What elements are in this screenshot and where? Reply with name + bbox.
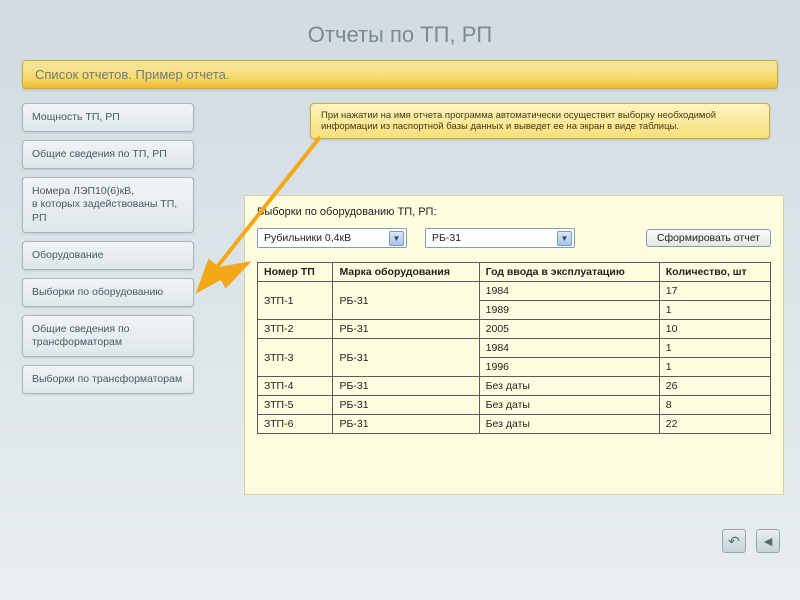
report-panel: Выборки по оборудованию ТП, РП: Рубильни… (244, 195, 784, 495)
table-row: ЗТП-2РБ-31200510 (258, 320, 771, 339)
cell-tp: ЗТП-6 (258, 415, 333, 434)
dropdown-equipment-mark-value: РБ-31 (432, 232, 461, 244)
cell-mark: РБ-31 (333, 339, 479, 377)
prev-icon[interactable]: ◄ (756, 529, 780, 553)
sidebar-item-general-trans[interactable]: Общие сведения по трансформаторам (22, 315, 194, 357)
cell-qty: 17 (659, 282, 770, 301)
result-table: Номер ТПМарка оборудованияГод ввода в эк… (257, 262, 771, 434)
cell-mark: РБ-31 (333, 377, 479, 396)
table-header: Количество, шт (659, 263, 770, 282)
cell-qty: 26 (659, 377, 770, 396)
cell-year: 1996 (479, 358, 659, 377)
cell-tp: ЗТП-2 (258, 320, 333, 339)
cell-mark: РБ-31 (333, 415, 479, 434)
table-row: ЗТП-3РБ-3119841 (258, 339, 771, 358)
table-row: ЗТП-6РБ-31Без даты22 (258, 415, 771, 434)
cell-qty: 1 (659, 358, 770, 377)
dropdown-equipment-mark[interactable]: РБ-31 ▼ (425, 228, 575, 248)
table-row: ЗТП-5РБ-31Без даты8 (258, 396, 771, 415)
dropdown-equipment-type[interactable]: Рубильники 0,4кВ ▼ (257, 228, 407, 248)
cell-qty: 8 (659, 396, 770, 415)
sidebar-item-power[interactable]: Мощность ТП, РП (22, 103, 194, 132)
cell-tp: ЗТП-3 (258, 339, 333, 377)
return-icon[interactable]: ↶ (722, 529, 746, 553)
table-row: ЗТП-4РБ-31Без даты26 (258, 377, 771, 396)
table-header: Номер ТП (258, 263, 333, 282)
chevron-down-icon: ▼ (389, 231, 404, 246)
table-header: Марка оборудования (333, 263, 479, 282)
chevron-down-icon: ▼ (557, 231, 572, 246)
cell-qty: 1 (659, 339, 770, 358)
sidebar-item-trans-sel[interactable]: Выборки по трансформаторам (22, 365, 194, 394)
cell-year: Без даты (479, 415, 659, 434)
cell-mark: РБ-31 (333, 282, 479, 320)
cell-year: 1984 (479, 339, 659, 358)
cell-year: 1984 (479, 282, 659, 301)
sidebar-item-general-tp[interactable]: Общие сведения по ТП, РП (22, 140, 194, 169)
cell-year: 2005 (479, 320, 659, 339)
cell-year: 1989 (479, 301, 659, 320)
page-title: Отчеты по ТП, РП (0, 0, 800, 60)
cell-qty: 10 (659, 320, 770, 339)
sidebar-item-lep-numbers[interactable]: Номера ЛЭП10(6)кВ, в которых задействова… (22, 177, 194, 232)
content-area: Мощность ТП, РП Общие сведения по ТП, РП… (0, 103, 800, 563)
nav-icons: ↶ ◄ (722, 529, 780, 553)
table-row: ЗТП-1РБ-31198417 (258, 282, 771, 301)
subtitle-bar: Список отчетов. Пример отчета. (22, 60, 778, 89)
cell-mark: РБ-31 (333, 320, 479, 339)
cell-year: Без даты (479, 396, 659, 415)
sidebar-item-equipment[interactable]: Оборудование (22, 241, 194, 270)
dropdown-equipment-type-value: Рубильники 0,4кВ (264, 232, 351, 244)
cell-qty: 1 (659, 301, 770, 320)
sidebar-item-equipment-sel[interactable]: Выборки по оборудованию (22, 278, 194, 307)
cell-qty: 22 (659, 415, 770, 434)
panel-controls: Рубильники 0,4кВ ▼ РБ-31 ▼ Сформировать … (257, 228, 771, 248)
generate-report-button[interactable]: Сформировать отчет (646, 229, 771, 247)
cell-tp: ЗТП-5 (258, 396, 333, 415)
cell-mark: РБ-31 (333, 396, 479, 415)
sidebar: Мощность ТП, РП Общие сведения по ТП, РП… (22, 103, 194, 402)
callout-note: При нажатии на имя отчета программа авто… (310, 103, 770, 139)
cell-tp: ЗТП-4 (258, 377, 333, 396)
cell-tp: ЗТП-1 (258, 282, 333, 320)
cell-year: Без даты (479, 377, 659, 396)
table-header: Год ввода в эксплуатацию (479, 263, 659, 282)
panel-heading: Выборки по оборудованию ТП, РП: (257, 206, 771, 218)
